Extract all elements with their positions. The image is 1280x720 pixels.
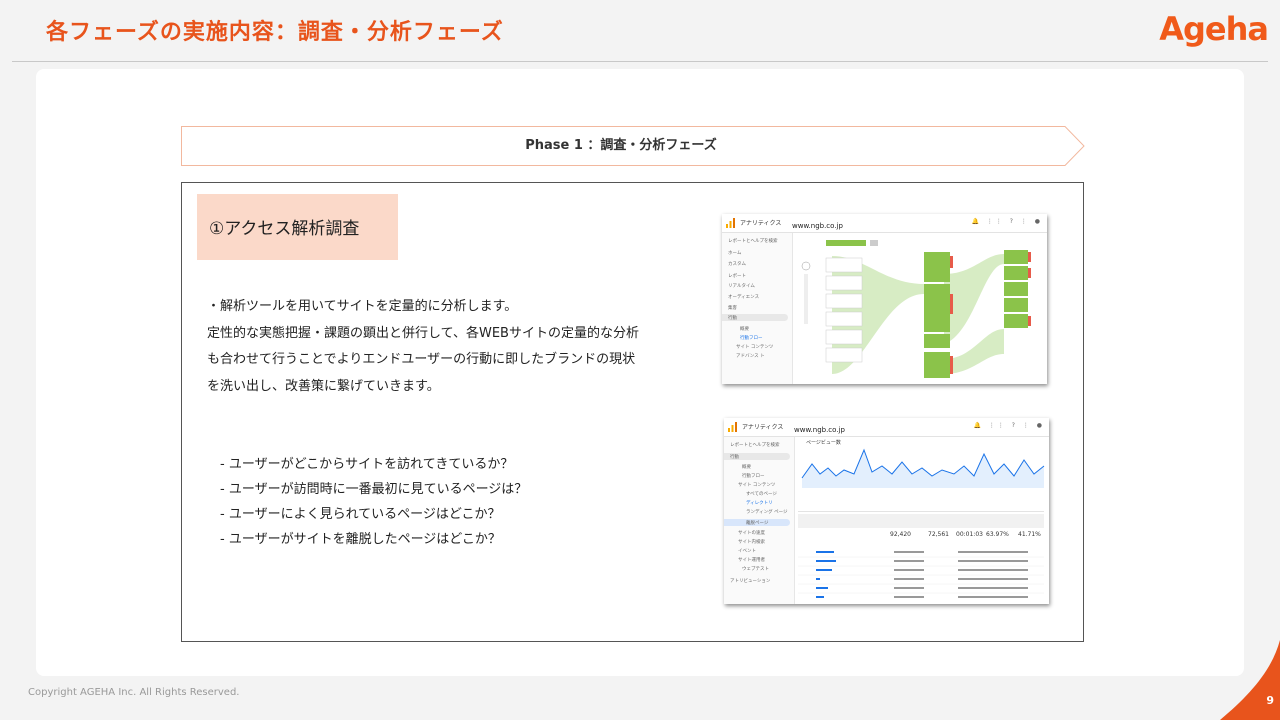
analytics-sidebar: レポートとヘルプを検索 ホーム カスタム レポート リアルタイム オーディエンス…: [722, 233, 793, 384]
description-line: ・解析ツールを用いてサイトを定量的に分析します。: [207, 299, 518, 314]
sidebar-item: アドバンス ト: [736, 354, 765, 359]
sidebar-item: レポートとヘルプを検索: [730, 443, 780, 448]
title-rule: [12, 61, 1268, 62]
sidebar-item: カスタム: [728, 262, 746, 267]
sidebar-item: 集客: [728, 306, 737, 311]
phase-label: Phase 1 ：調査・分析フェーズ: [525, 138, 717, 153]
report-toolbar: [798, 502, 1044, 512]
copyright: Copyright AGEHA Inc. All Rights Reserved…: [28, 687, 240, 698]
description-line: も合わせて行うことでよりエンドユーザーの行動に即したブランドの現状: [207, 352, 636, 367]
report-table: 92,420 72,561 00:01:03 63.97% 41.71%: [798, 514, 1044, 602]
analytics-site-name: www.ngb.co.jp: [792, 222, 843, 230]
sidebar-item: アトリビューション: [730, 579, 771, 584]
sidebar-item: 概要: [740, 327, 749, 332]
total-avg-time: 00:01:03: [956, 531, 983, 538]
analytics-header-icons: 🔔 ⋮⋮ ? ⋮ ●: [973, 422, 1045, 429]
sidebar-item: サイト内検索: [738, 540, 765, 545]
table-rows: [798, 551, 1044, 598]
analytics-header: アナリティクス www.ngb.co.jp 🔔 ⋮⋮ ? ⋮ ●: [722, 214, 1047, 233]
sidebar-item: 行動: [728, 316, 737, 321]
analytics-flow-screenshot: アナリティクス www.ngb.co.jp 🔔 ⋮⋮ ? ⋮ ● レポートとヘル…: [722, 214, 1047, 384]
sidebar-item: ランディング ページ: [746, 510, 788, 515]
question-item: - ユーザーが訪問時に一番最初に見ているページは？: [220, 482, 528, 497]
section-title: ①アクセス解析調査: [209, 219, 360, 239]
total-exit-rate: 41.71%: [1018, 531, 1041, 538]
analytics-sidebar: レポートとヘルプを検索 行動 概要 行動フロー サイト コンテンツ すべてのペー…: [724, 437, 795, 604]
sidebar-item: ホーム: [728, 251, 742, 256]
sidebar-item: ウェブテスト: [742, 567, 769, 572]
description: ・解析ツールを用いてサイトを定量的に分析します。 定性的な実態把握・課題の顕出と…: [207, 294, 707, 400]
sidebar-item: オーディエンス: [728, 295, 760, 300]
sidebar-item: レポートとヘルプを検索: [728, 239, 778, 244]
brand-logo: Ageha: [1159, 10, 1269, 48]
total-pageviews: 92,420: [890, 531, 911, 538]
analytics-header: アナリティクス www.ngb.co.jp 🔔 ⋮⋮ ? ⋮ ●: [724, 418, 1049, 437]
sidebar-item: サイトの速度: [738, 531, 765, 536]
description-line: 定性的な実態把握・課題の顕出と併行して、各WEBサイトの定量的な分析: [207, 325, 639, 341]
section-chip: ①アクセス解析調査: [197, 194, 398, 260]
page-number: 9: [1266, 694, 1274, 707]
question-item: - ユーザーがサイトを離脱したページはどこか？: [220, 532, 501, 547]
analytics-logo-icon: [728, 422, 737, 432]
sidebar-item: 行動フロー: [740, 336, 763, 341]
sidebar-item: ディレクトリ: [746, 501, 773, 506]
analytics-header-icons: 🔔 ⋮⋮ ? ⋮ ●: [971, 218, 1043, 225]
analytics-app-name: アナリティクス: [740, 220, 782, 227]
sidebar-item: イベント: [738, 549, 756, 554]
sidebar-item: レポート: [728, 274, 746, 279]
sidebar-item: サイト コンテンツ: [736, 345, 774, 350]
pageviews-line-chart: [801, 448, 1045, 488]
analytics-site-name: www.ngb.co.jp: [794, 426, 845, 434]
sidebar-item: すべてのページ: [746, 492, 777, 497]
question-item: - ユーザーによく見られているページはどこか？: [220, 507, 501, 522]
total-entrance-rate: 63.97%: [986, 531, 1009, 538]
question-item: - ユーザーがどこからサイトを訪れてきているか？: [220, 457, 514, 472]
sidebar-item: サイト運用者: [738, 558, 765, 563]
analytics-logo-icon: [726, 218, 735, 228]
sidebar-item: 離脱ページ: [746, 521, 769, 526]
analytics-app-name: アナリティクス: [742, 424, 784, 431]
behavior-flow-diagram: [801, 240, 1031, 378]
total-unique-pageviews: 72,561: [928, 531, 949, 538]
sidebar-item: リアルタイム: [728, 284, 755, 289]
sidebar-item: サイト コンテンツ: [738, 483, 776, 488]
analytics-pageviews-screenshot: アナリティクス www.ngb.co.jp 🔔 ⋮⋮ ? ⋮ ● レポートとヘル…: [724, 418, 1049, 604]
sidebar-item: 行動: [730, 455, 739, 460]
question-list: - ユーザーがどこからサイトを訪れてきているか？ - ユーザーが訪問時に一番最初…: [220, 452, 527, 552]
sidebar-item: 概要: [742, 465, 751, 470]
description-line: を洗い出し、改善策に繋げていきます。: [207, 378, 440, 394]
sidebar-item: 行動フロー: [742, 474, 765, 479]
slide-title: 各フェーズの実施内容：調査・分析フェーズ: [46, 20, 504, 45]
corner-accent: [1220, 640, 1280, 720]
